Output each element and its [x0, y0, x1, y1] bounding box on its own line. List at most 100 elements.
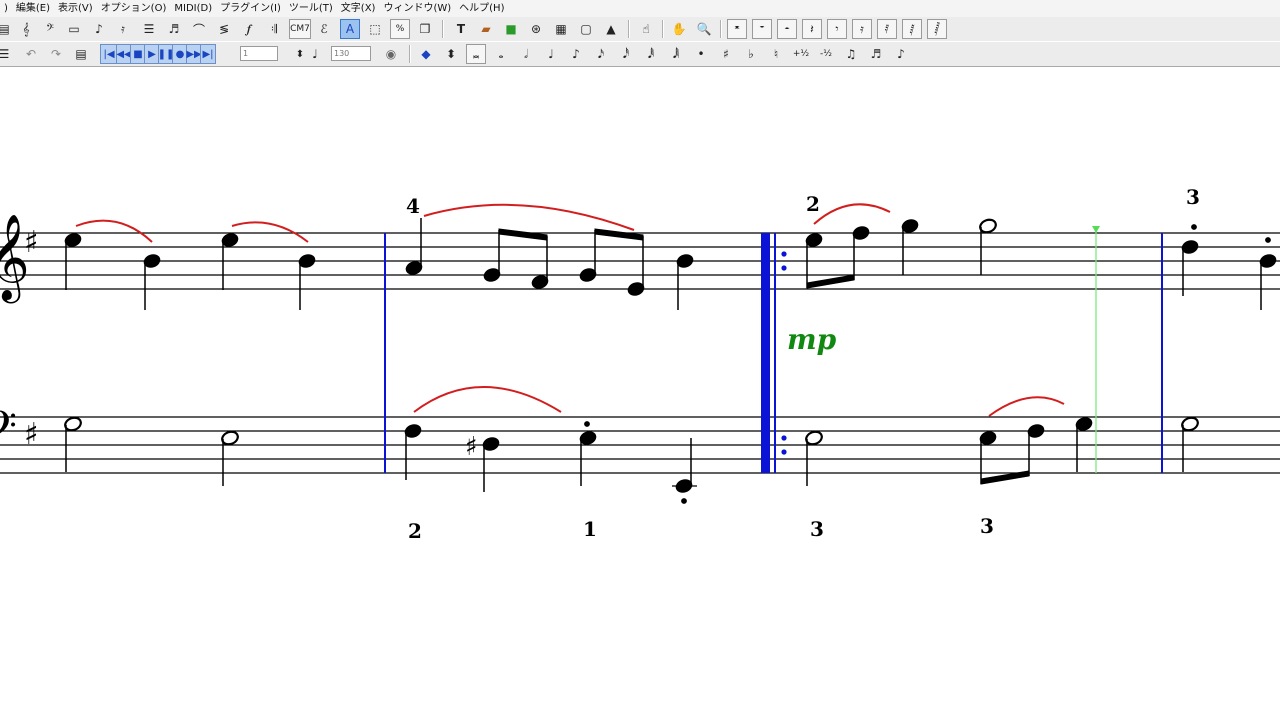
- staccato-dot: [1265, 237, 1271, 243]
- triplet-icon[interactable]: ♬: [866, 44, 886, 64]
- hand-grab-icon[interactable]: ✋: [669, 19, 689, 39]
- beam: [594, 228, 644, 241]
- hand-pointer-icon[interactable]: ☝: [636, 19, 656, 39]
- thirty-second-note-icon[interactable]: 𝅘𝅥𝅰: [616, 44, 636, 64]
- hundred-twenty-eighth-note-icon[interactable]: 𝅘𝅥𝅲: [666, 44, 686, 64]
- fingering-number: 3: [810, 517, 824, 541]
- staff-tool-icon[interactable]: ▭: [64, 19, 84, 39]
- hundred-twenty-eighth-rest-icon[interactable]: 𝅂: [927, 19, 947, 39]
- quarter-note-icon[interactable]: ♩: [541, 44, 561, 64]
- bass-key-sharp: ♯: [24, 417, 39, 452]
- metronome-icon[interactable]: ▲: [601, 19, 621, 39]
- zoom-icon[interactable]: 🔍: [694, 19, 714, 39]
- treble-clef-tool-icon[interactable]: 𝄞: [16, 19, 36, 39]
- menu-bar: ) 編集(E) 表示(V) オプション(O) MIDI(D) プラグイン(I) …: [0, 0, 1280, 18]
- fingering-number: 3: [980, 514, 994, 538]
- page-layout-icon[interactable]: ❐: [415, 19, 435, 39]
- sixty-fourth-rest-icon[interactable]: 𝅁: [902, 19, 922, 39]
- main-toolbar: ▤ 𝄞 𝄢 ▭ ♪ 𝄿 ☰ ♬ ⌒ ≶ 𝆑 𝄇 CM7 ℰ A ⬚ % ❐ T …: [0, 17, 1280, 41]
- quarter-rest-icon[interactable]: 𝄽: [802, 19, 822, 39]
- lyrics-tool-icon[interactable]: ℰ: [314, 19, 334, 39]
- hairpin-tool-icon[interactable]: ≶: [214, 19, 234, 39]
- whole-rest-icon[interactable]: 𝄻: [752, 19, 772, 39]
- menu-item-window[interactable]: ウィンドウ(W): [379, 0, 455, 17]
- measure-field[interactable]: 1: [240, 46, 278, 61]
- menu-item-options[interactable]: オプション(O): [97, 0, 171, 17]
- repeat-dot: [781, 435, 787, 441]
- note-tool-icon[interactable]: ♪: [89, 19, 109, 39]
- grace-note-icon[interactable]: ♪: [891, 44, 911, 64]
- sixteenth-rest-icon[interactable]: 𝄿: [852, 19, 872, 39]
- tuplet-tool-icon[interactable]: ♬: [164, 19, 184, 39]
- dynamic-marking[interactable]: mp: [787, 323, 837, 356]
- double-whole-rest-icon[interactable]: 𝄺: [727, 19, 747, 39]
- menu-item-midi[interactable]: MIDI(D): [170, 0, 216, 17]
- redo-icon[interactable]: ↷: [46, 44, 66, 64]
- score-canvas[interactable]: 𝄞 ♯ 𝄢 ♯ ♯ 4 2 3 2 1 3 3 mp: [0, 67, 1280, 720]
- playback-toolbar: ☰ ↶ ↷ ▤ |◀ ◀◀ ■ ▶ ❚❚ ● ▶▶ ▶| 1 ⬍ ♩ 130 ◉…: [0, 42, 1280, 67]
- slur-tool-icon[interactable]: ⌒: [189, 19, 209, 39]
- dot-icon[interactable]: •: [691, 44, 711, 64]
- layer-tool-icon[interactable]: ☰: [139, 19, 159, 39]
- sixty-fourth-note-icon[interactable]: 𝅘𝅥𝅱: [641, 44, 661, 64]
- menu-item-view[interactable]: 表示(V): [54, 0, 97, 17]
- staccato-dot: [584, 421, 590, 427]
- fingering-number: 2: [408, 519, 422, 543]
- toolbar-separator: [409, 45, 411, 63]
- half-note-icon[interactable]: 𝅗𝅥: [516, 44, 536, 64]
- toolbar-separator: [628, 20, 630, 38]
- midi-tool-icon[interactable]: ⊛: [526, 19, 546, 39]
- sharp-icon[interactable]: ♯: [716, 44, 736, 64]
- menu-item-text[interactable]: 文字(X): [337, 0, 380, 17]
- sixteenth-note-icon[interactable]: 𝅘𝅥𝅯: [591, 44, 611, 64]
- menu-item-prev[interactable]: ): [0, 0, 12, 17]
- go-to-end-icon[interactable]: ▶|: [200, 44, 216, 64]
- repeat-dot: [781, 251, 787, 257]
- undo-icon[interactable]: ↶: [21, 44, 41, 64]
- staccato-dot: [681, 498, 687, 504]
- articulation-tool-icon[interactable]: 𝆑: [239, 19, 259, 39]
- erase-tool-icon[interactable]: ▰: [476, 19, 496, 39]
- selection-tool-icon[interactable]: ⬚: [365, 19, 385, 39]
- menu-item-plugin[interactable]: プラグイン(I): [216, 0, 285, 17]
- repeat-tool-icon[interactable]: 𝄇: [264, 19, 284, 39]
- frame-tool-icon[interactable]: ▢: [576, 19, 596, 39]
- treble-staff: [0, 232, 1280, 290]
- breve-note-icon[interactable]: 𝅜: [466, 44, 486, 64]
- text-tool-button[interactable]: A: [340, 19, 360, 39]
- page-icon[interactable]: ▤: [0, 19, 14, 39]
- menu-item-help[interactable]: ヘルプ(H): [455, 0, 508, 17]
- flat-icon[interactable]: ♭: [741, 44, 761, 64]
- resize-tool-button[interactable]: %: [390, 19, 410, 39]
- rest-tool-icon[interactable]: 𝄿: [113, 19, 133, 39]
- pitch-stepper-icon[interactable]: ⬍: [441, 44, 461, 64]
- fingering-number: 4: [406, 194, 420, 218]
- tempo-field[interactable]: 130: [331, 46, 371, 61]
- half-step-up-button[interactable]: +½: [791, 44, 811, 64]
- chord-tool-button[interactable]: CM7: [289, 19, 311, 39]
- half-rest-icon[interactable]: 𝄼: [777, 19, 797, 39]
- speaker-icon[interactable]: ◉: [381, 44, 401, 64]
- menu-item-edit[interactable]: 編集(E): [12, 0, 54, 17]
- fingering-number: 2: [806, 192, 820, 216]
- menu-item-tools[interactable]: ツール(T): [285, 0, 337, 17]
- thirty-second-rest-icon[interactable]: 𝅀: [877, 19, 897, 39]
- score-view-icon[interactable]: ▤: [71, 44, 91, 64]
- repeat-start-barline-thick[interactable]: [761, 233, 770, 473]
- text-expression-icon[interactable]: T: [451, 19, 471, 39]
- fingering-number: 1: [583, 517, 597, 541]
- accidental-sharp: ♯: [465, 432, 478, 462]
- tie-icon[interactable]: ♫: [841, 44, 861, 64]
- cursor-marker-icon: [1092, 226, 1100, 233]
- bass-clef-tool-icon[interactable]: 𝄢: [40, 19, 60, 39]
- whole-note-icon[interactable]: 𝅝: [491, 44, 511, 64]
- natural-icon[interactable]: ♮: [766, 44, 786, 64]
- list-icon[interactable]: ☰: [0, 44, 14, 64]
- eraser-icon[interactable]: ◆: [416, 44, 436, 64]
- eighth-note-icon[interactable]: ♪: [566, 44, 586, 64]
- half-step-down-button[interactable]: -½: [816, 44, 836, 64]
- tempo-note-icon: ♩: [312, 47, 318, 61]
- eighth-rest-icon[interactable]: 𝄾: [827, 19, 847, 39]
- color-tool-icon[interactable]: ■: [501, 19, 521, 39]
- mixer-tool-icon[interactable]: ▦: [551, 19, 571, 39]
